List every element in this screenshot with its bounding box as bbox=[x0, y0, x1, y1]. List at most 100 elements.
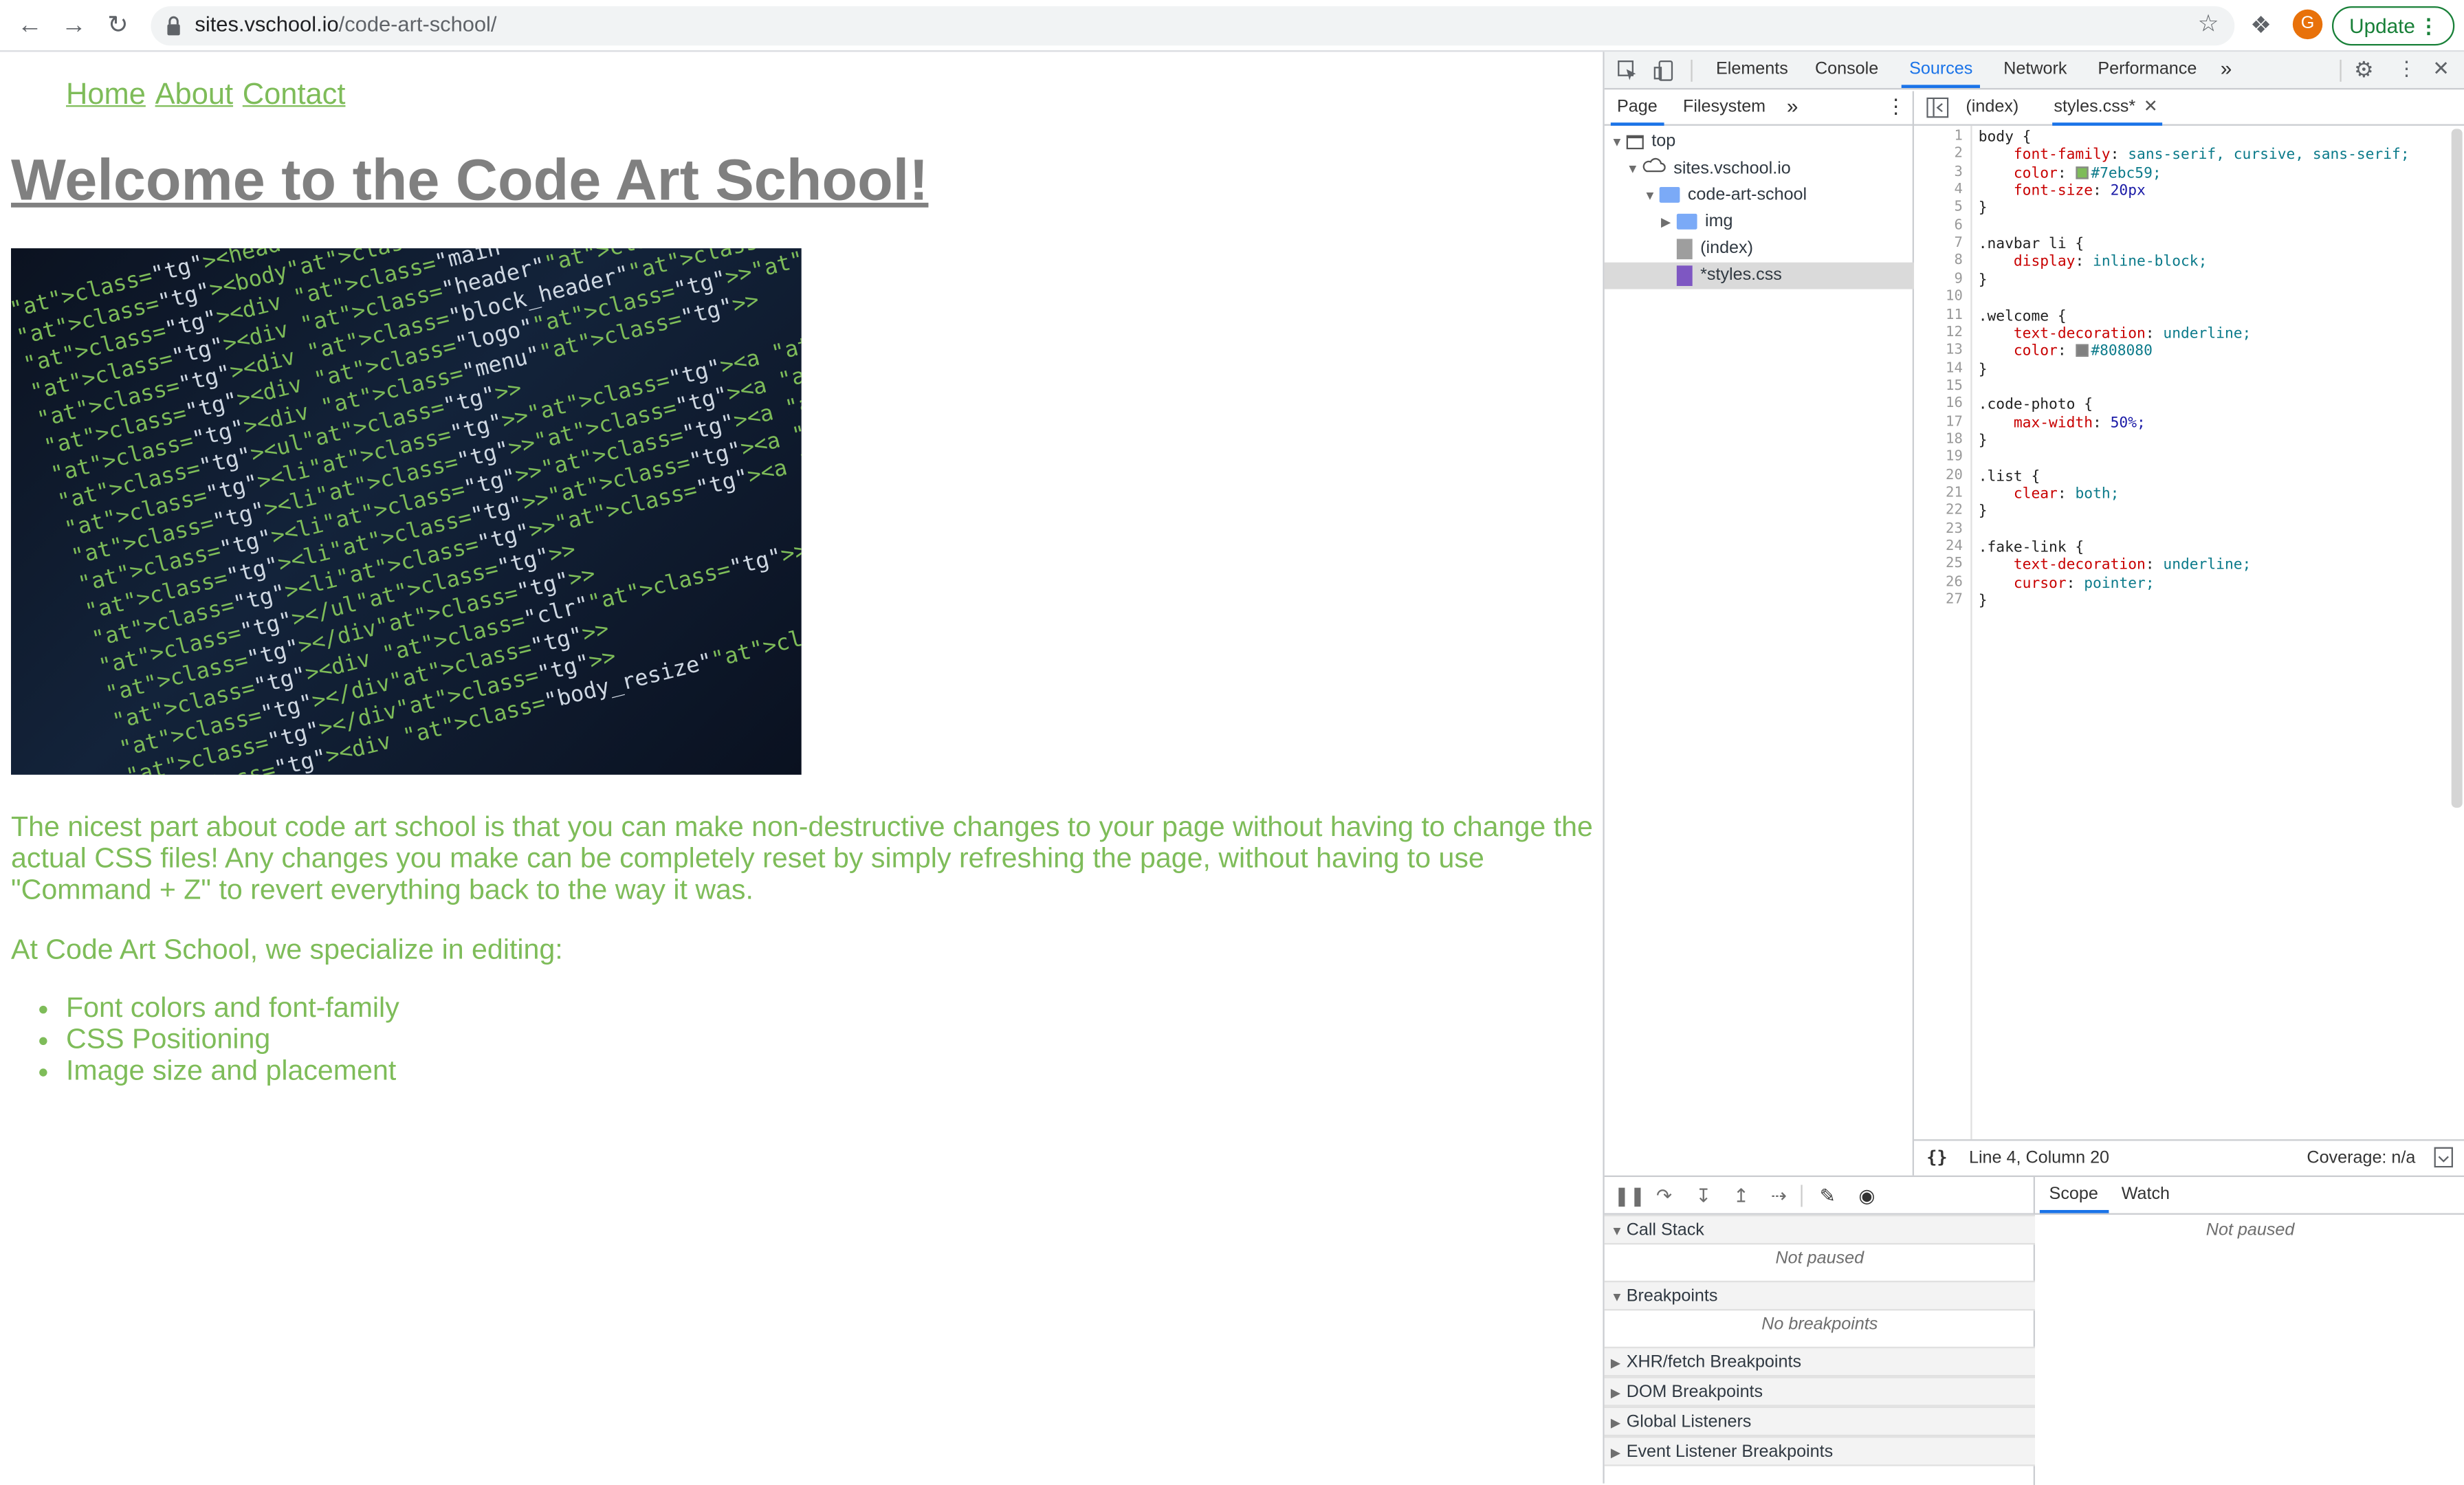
navigator-menu-icon[interactable]: ⋮ bbox=[1886, 94, 1906, 120]
breakpoints-header[interactable]: ▼ Breakpoints bbox=[1604, 1280, 2035, 1311]
skills-list: Font colors and font-family CSS Position… bbox=[66, 991, 399, 1086]
tab-network[interactable]: Network bbox=[2003, 60, 2067, 78]
code-line[interactable]: font-size: 20px bbox=[1979, 182, 2146, 199]
pretty-print-icon[interactable]: {} bbox=[1926, 1147, 1947, 1168]
more-tabs-chevron-icon[interactable]: » bbox=[2221, 56, 2232, 80]
tab-sources[interactable]: Sources bbox=[1909, 60, 1972, 78]
line-number: 25 bbox=[1946, 557, 1963, 573]
tab-watch[interactable]: Watch bbox=[2122, 1185, 2170, 1203]
code-line[interactable]: color: #7ebc59; bbox=[1979, 164, 2162, 182]
devtools-tabbar: Elements Console Sources Network Perform… bbox=[1604, 52, 2464, 90]
code-line[interactable]: .welcome { bbox=[1979, 307, 2067, 324]
code-line[interactable]: text-decoration: underline; bbox=[1979, 557, 2251, 574]
line-number-gutter: 1 2 3 4 5 6 7 8 9 10 11 12 13 14 15 16 17 18 19 20 21 22 23 24 2… bbox=[1914, 125, 1972, 1140]
menu-dots-icon: ⋮ bbox=[2418, 14, 2439, 38]
close-tab-icon[interactable]: ✕ bbox=[2144, 96, 2158, 116]
inspect-element-icon[interactable] bbox=[1617, 60, 1639, 82]
tree-item-top[interactable]: ▼ top bbox=[1605, 129, 1914, 155]
document-icon bbox=[1676, 238, 1693, 259]
editor-tabbar: (index) styles.css* ✕ bbox=[1913, 91, 2464, 126]
editor-tab-index[interactable]: (index) bbox=[1966, 98, 2018, 116]
code-line[interactable]: .navbar li { bbox=[1979, 236, 2084, 253]
code-line[interactable]: clear: both; bbox=[1979, 485, 2120, 503]
tree-item-styles[interactable]: *styles.css bbox=[1604, 262, 1914, 289]
devtools-panel: Elements Console Sources Network Perform… bbox=[1603, 52, 2464, 1485]
nav-link-about[interactable]: About bbox=[155, 78, 233, 111]
tab-filesystem[interactable]: Filesystem bbox=[1683, 98, 1766, 116]
breakpoints-empty: No breakpoints bbox=[1761, 1315, 1878, 1334]
url-text[interactable]: sites.vschool.io/code-art-school/ bbox=[195, 12, 496, 36]
frame-icon bbox=[1626, 134, 1644, 149]
code-line[interactable]: text-decoration: underline; bbox=[1979, 325, 2251, 342]
selected-tab-indicator bbox=[1901, 85, 1980, 88]
code-line[interactable]: display: inline-block; bbox=[1979, 254, 2207, 271]
line-number: 16 bbox=[1946, 396, 1963, 412]
cursor-position: Line 4, Column 20 bbox=[1968, 1148, 2110, 1168]
bookmark-star-icon[interactable]: ☆ bbox=[2198, 10, 2219, 38]
dom-breakpoints-header[interactable]: ▶ DOM Breakpoints bbox=[1604, 1376, 2035, 1407]
code-line[interactable]: color: #808080 bbox=[1979, 343, 2153, 360]
device-toolbar-icon[interactable] bbox=[1653, 60, 1675, 82]
tree-item-img[interactable]: ▶ img bbox=[1605, 209, 1914, 236]
editor-scrollbar[interactable] bbox=[2451, 129, 2463, 808]
tab-scope[interactable]: Scope bbox=[2049, 1185, 2098, 1203]
editor-tab-styles[interactable]: styles.css* bbox=[2054, 98, 2135, 116]
step-icon[interactable]: ⇢ bbox=[1766, 1183, 1792, 1209]
pause-icon[interactable]: ❚❚ bbox=[1614, 1183, 1645, 1209]
update-button[interactable]: Update ⋮ bbox=[2331, 6, 2455, 46]
more-navigator-chevron-icon[interactable]: » bbox=[1787, 94, 1798, 118]
line-number: 7 bbox=[1954, 236, 1963, 252]
step-out-icon[interactable]: ↥ bbox=[1728, 1183, 1754, 1209]
nav-link-home[interactable]: Home bbox=[66, 78, 146, 111]
code-line[interactable]: .list { bbox=[1979, 468, 2040, 485]
tab-performance[interactable]: Performance bbox=[2098, 60, 2197, 78]
code-photo-text: "at">class="tg"><head"at">class="tg">>"a… bbox=[11, 248, 802, 775]
code-line[interactable]: max-width: 50%; bbox=[1979, 414, 2146, 431]
tab-elements[interactable]: Elements bbox=[1716, 60, 1788, 78]
code-line[interactable]: cursor: pointer; bbox=[1979, 575, 2155, 592]
reload-icon[interactable]: ↻ bbox=[100, 10, 135, 44]
kebab-menu-icon[interactable]: ⋮ bbox=[2397, 56, 2417, 82]
toggle-navigator-icon[interactable] bbox=[1926, 97, 1949, 118]
address-bar[interactable]: sites.vschool.io/code-art-school/ ☆ bbox=[151, 6, 2235, 46]
back-arrow-icon[interactable]: ← bbox=[12, 10, 47, 44]
code-editor[interactable]: 1 2 3 4 5 6 7 8 9 10 11 12 13 14 15 16 17 18 19 20 21 22 23 24 2… bbox=[1914, 125, 2464, 1140]
coverage-toggle-icon[interactable] bbox=[2434, 1147, 2453, 1168]
code-line[interactable]: font-family: sans-serif, cursive, sans-s… bbox=[1979, 146, 2410, 164]
deactivate-breakpoints-icon[interactable]: ✎ bbox=[1815, 1183, 1840, 1209]
lock-icon bbox=[167, 16, 180, 36]
step-into-icon[interactable]: ↧ bbox=[1691, 1183, 1716, 1209]
close-devtools-icon[interactable]: ✕ bbox=[2432, 56, 2450, 82]
pause-on-exceptions-icon[interactable]: ◉ bbox=[1854, 1183, 1880, 1209]
coverage-status: Coverage: n/a bbox=[2307, 1148, 2416, 1168]
profile-avatar[interactable]: G bbox=[2292, 9, 2323, 40]
extensions-puzzle-icon[interactable]: ❖ bbox=[2250, 11, 2277, 39]
code-line[interactable]: .code-photo { bbox=[1979, 397, 2093, 414]
event-listener-breakpoints-header[interactable]: ▶ Event Listener Breakpoints bbox=[1604, 1436, 2035, 1466]
code-line[interactable]: } bbox=[1979, 200, 1988, 217]
code-line[interactable]: body { bbox=[1979, 129, 2032, 146]
editor-status-bar: {} Line 4, Column 20 Coverage: n/a bbox=[1913, 1139, 2464, 1174]
code-line[interactable]: } bbox=[1979, 503, 1988, 520]
settings-gear-icon[interactable]: ⚙ bbox=[2354, 56, 2374, 83]
step-over-icon[interactable]: ↷ bbox=[1651, 1183, 1677, 1209]
line-number: 6 bbox=[1954, 218, 1963, 234]
tree-item-host[interactable]: ▼ sites.vschool.io bbox=[1605, 155, 1914, 182]
nav-link-contact[interactable]: Contact bbox=[243, 78, 346, 111]
global-listeners-header[interactable]: ▶ Global Listeners bbox=[1604, 1406, 2035, 1437]
call-stack-header[interactable]: ▼ Call Stack bbox=[1604, 1214, 2035, 1245]
code-line[interactable]: } bbox=[1979, 361, 1988, 378]
code-line[interactable]: } bbox=[1979, 272, 1988, 289]
forward-arrow-icon[interactable]: → bbox=[56, 10, 91, 44]
line-number: 19 bbox=[1946, 450, 1963, 466]
line-number: 10 bbox=[1946, 289, 1963, 305]
folder-icon bbox=[1676, 214, 1697, 230]
code-line[interactable]: } bbox=[1979, 432, 1988, 449]
tree-item-folder[interactable]: ▼ code-art-school bbox=[1605, 182, 1914, 209]
code-line[interactable]: .fake-link { bbox=[1979, 539, 2084, 556]
tree-item-index[interactable]: (index) bbox=[1605, 236, 1914, 263]
xhr-breakpoints-header[interactable]: ▶ XHR/fetch Breakpoints bbox=[1604, 1346, 2035, 1377]
tab-console[interactable]: Console bbox=[1815, 60, 1878, 78]
code-line[interactable]: } bbox=[1979, 593, 1988, 610]
tab-page[interactable]: Page bbox=[1617, 98, 1658, 116]
